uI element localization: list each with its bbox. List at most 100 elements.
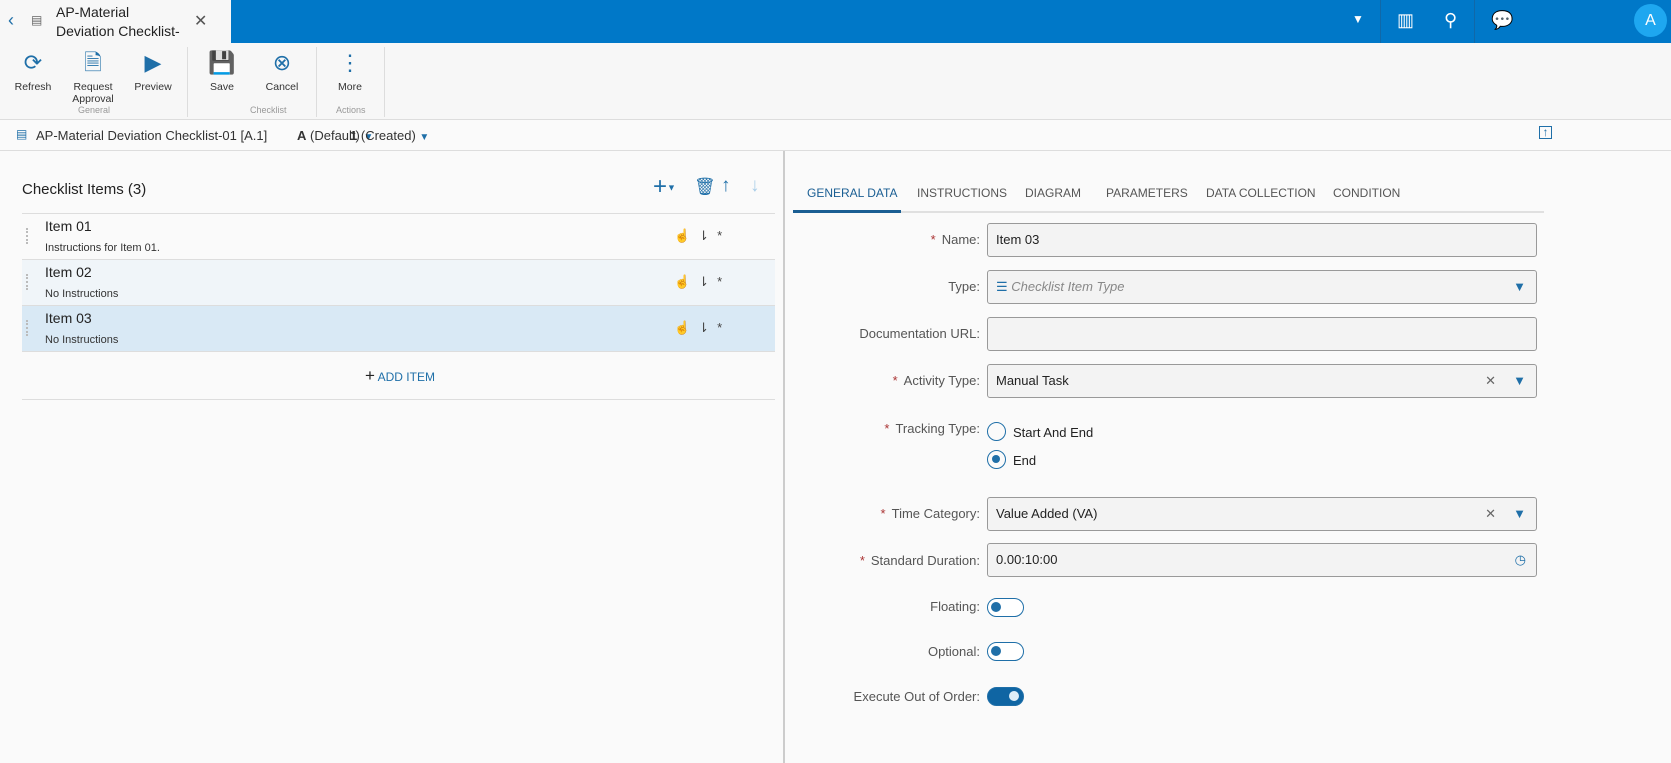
chevron-down-icon: ▼ <box>419 132 430 143</box>
standard-duration-input[interactable]: 0.00:10:00 ◷ <box>987 543 1537 577</box>
type-select[interactable]: ☰ Checklist Item Type ▼ <box>987 270 1537 304</box>
documentation-url-input[interactable] <box>987 317 1537 351</box>
radio-start-and-end-label: Start And End <box>1013 425 1094 440</box>
documentation-url-label: Documentation URL: <box>859 326 980 341</box>
more-label: More <box>338 81 362 93</box>
optional-toggle[interactable] <box>987 642 1024 661</box>
panel-splitter[interactable] <box>783 151 785 763</box>
refresh-icon: ⟳ <box>23 50 43 75</box>
tab-data-collection[interactable]: DATA COLLECTION <box>1206 186 1316 200</box>
more-button[interactable]: ⋮ More <box>320 49 380 93</box>
radio-start-and-end[interactable] <box>987 422 1006 441</box>
chevron-down-icon: ▼ <box>1513 279 1526 294</box>
top-bar: ▼ ▥ ⚲ 💬 A <box>0 0 1671 43</box>
time-category-label: * Time Category: <box>880 506 980 521</box>
chat-icon[interactable]: 💬 <box>1491 10 1513 31</box>
move-down-icon[interactable]: ↓ <box>750 175 760 197</box>
item-name: Item 01 <box>45 218 92 234</box>
move-up-icon[interactable]: ↑ <box>721 175 731 197</box>
preview-label: Preview <box>134 81 172 93</box>
activity-type-value: Manual Task <box>996 373 1069 388</box>
tab-instructions[interactable]: INSTRUCTIONS <box>917 186 1007 200</box>
document-tab[interactable]: ‹ ▤ AP-Material Deviation Checklist-01 ✕ <box>0 0 231 58</box>
item-name: Item 03 <box>45 310 92 326</box>
item-instructions: No Instructions <box>45 288 119 300</box>
tab-parameters[interactable]: PARAMETERS <box>1106 186 1188 200</box>
clock-icon[interactable]: ◷ <box>1515 544 1526 576</box>
type-label: Type: <box>948 279 980 294</box>
name-label: * Name: <box>930 232 980 247</box>
refresh-label: Refresh <box>14 81 52 93</box>
tracking-type-label: * Tracking Type: <box>884 421 980 436</box>
version-state: (Created) <box>360 128 416 143</box>
chevron-down-icon: ▼ <box>1513 506 1526 521</box>
group-label-checklist: Checklist <box>250 105 287 115</box>
execute-out-of-order-label: Execute Out of Order: <box>853 689 980 704</box>
context-title: AP-Material Deviation Checklist-01 [A.1] <box>36 128 268 143</box>
cancel-button[interactable]: ⊗ Cancel <box>252 49 312 93</box>
item-actions[interactable]: ☝⇂* <box>674 274 730 290</box>
standard-duration-label: * Standard Duration: <box>859 553 980 568</box>
time-category-value: Value Added (VA) <box>996 506 1098 521</box>
delete-icon[interactable]: 🗑 <box>694 177 716 197</box>
more-vertical-icon: ⋮ <box>339 50 361 75</box>
play-icon: ▶ <box>144 50 162 75</box>
radio-end[interactable] <box>987 450 1006 469</box>
checklist-items-panel: Checklist Items (3) +▼ 🗑 ↑ ↓ Item 01 Inst… <box>0 151 783 763</box>
radio-end-label: End <box>1013 453 1037 468</box>
item-actions[interactable]: ☝⇂* <box>674 320 730 336</box>
add-icon[interactable]: +▼ <box>653 173 676 201</box>
save-label: Save <box>210 81 234 93</box>
preview-button[interactable]: ▶ Preview <box>123 49 183 93</box>
group-label-actions: Actions <box>336 105 366 115</box>
request-approval-label: Request Approval <box>72 81 114 105</box>
close-icon[interactable]: ✕ <box>194 11 207 31</box>
ribbon-toolbar: ⟳ Refresh 🗎 Request Approval ▶ Preview Gene… <box>0 43 1671 120</box>
cancel-icon: ⊗ <box>272 50 292 75</box>
list-item-selected[interactable]: Item 03 No Instructions ☝⇂* <box>22 306 775 352</box>
chevron-down-icon: ▼ <box>1513 373 1526 388</box>
type-placeholder: Checklist Item Type <box>1011 279 1125 294</box>
list-icon: ☰ <box>996 279 1008 294</box>
revision: A <box>297 128 307 143</box>
floating-label: Floating: <box>930 599 980 614</box>
item-instructions: No Instructions <box>45 334 119 346</box>
execute-out-of-order-toggle[interactable] <box>987 687 1024 706</box>
refresh-button[interactable]: ⟳ Refresh <box>3 49 63 93</box>
item-actions[interactable]: ☝⇂* <box>674 228 730 244</box>
checklist-icon: ▤ <box>16 127 28 141</box>
checklist-icon: ▤ <box>31 13 43 27</box>
time-category-select[interactable]: Value Added (VA) ✕ ▼ <box>987 497 1537 531</box>
item-name: Item 02 <box>45 264 92 280</box>
back-icon[interactable]: ‹ <box>8 10 14 31</box>
version-selector[interactable]: 1 (Created) ▼ <box>350 128 429 143</box>
clear-icon[interactable]: ✕ <box>1485 365 1496 397</box>
active-tab-indicator <box>793 210 901 213</box>
add-item-button[interactable]: + ADD ITEM <box>365 366 435 386</box>
list-item[interactable]: Item 02 No Instructions ☝⇂* <box>22 260 775 306</box>
save-icon: 💾 <box>208 50 236 75</box>
list-item[interactable]: Item 01 Instructions for Item 01. ☝⇂* <box>22 214 775 260</box>
activity-type-select[interactable]: Manual Task ✕ ▼ <box>987 364 1537 398</box>
panel-title: Checklist Items (3) <box>22 181 147 198</box>
plus-icon: + <box>365 366 375 385</box>
avatar[interactable]: A <box>1634 4 1667 37</box>
cancel-label: Cancel <box>265 81 299 93</box>
tab-general-data[interactable]: GENERAL DATA <box>807 186 897 200</box>
version: 1 <box>350 128 358 143</box>
item-instructions: Instructions for Item 01. <box>45 242 160 254</box>
clear-icon[interactable]: ✕ <box>1485 498 1496 530</box>
context-bar: ▤ AP-Material Deviation Checklist-01 [A.… <box>0 120 1671 151</box>
tab-condition[interactable]: CONDITION <box>1333 186 1400 200</box>
standard-duration-value: 0.00:10:00 <box>996 552 1058 567</box>
floating-toggle[interactable] <box>987 598 1024 617</box>
group-label-general: General <box>78 105 111 115</box>
barcode-icon[interactable]: ▥ <box>1397 10 1414 31</box>
search-icon[interactable]: ⚲ <box>1444 10 1457 31</box>
save-button[interactable]: 💾 Save <box>192 49 252 93</box>
name-input[interactable]: Item 03 <box>987 223 1537 257</box>
collapse-icon[interactable]: ↑ <box>1539 126 1552 139</box>
request-approval-button[interactable]: 🗎 Request Approval <box>63 49 123 105</box>
dropdown-icon[interactable]: ▼ <box>1352 12 1364 26</box>
tab-diagram[interactable]: DIAGRAM <box>1025 186 1081 200</box>
